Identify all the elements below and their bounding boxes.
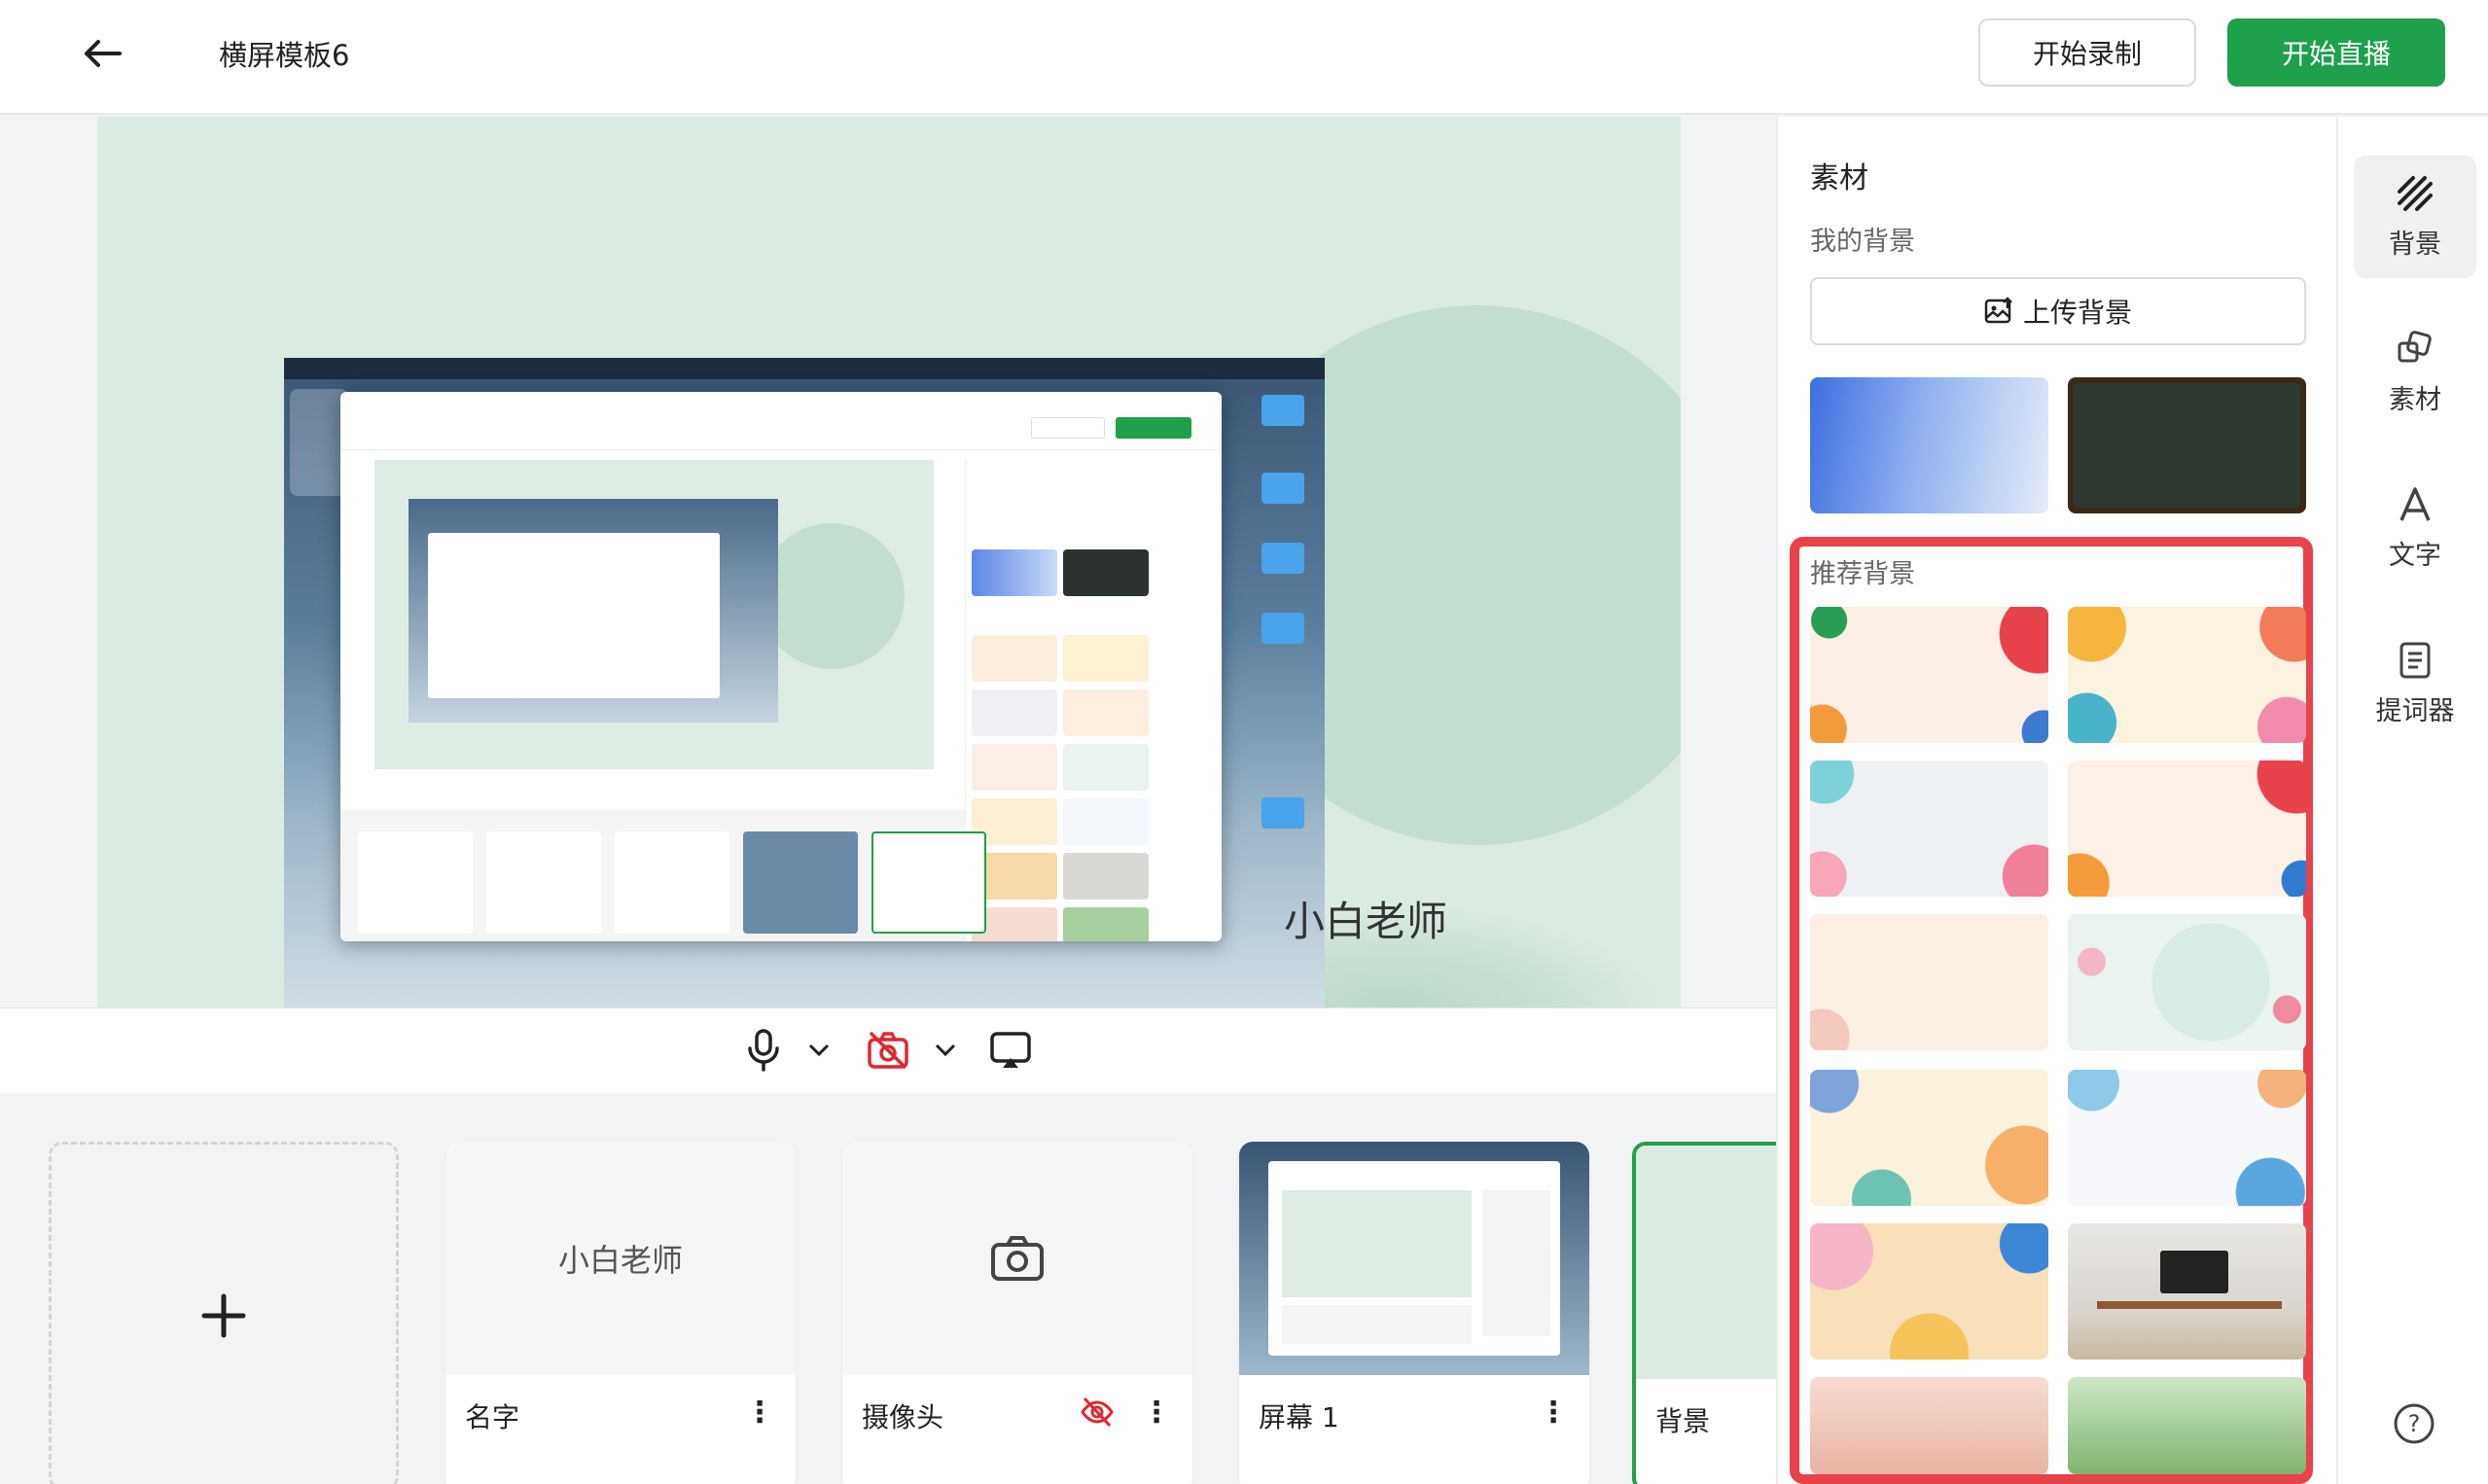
name-preview-text: 小白老师	[557, 1242, 683, 1279]
upload-image-icon	[1984, 297, 2012, 324]
rec-bg-office-thumb[interactable]	[2068, 1223, 2306, 1360]
stage-area: 小白老师	[0, 117, 1776, 1093]
more-options-icon[interactable]: ⋮	[745, 1393, 774, 1431]
shared-menubar	[284, 358, 1325, 379]
source-card-label: 名字	[465, 1401, 520, 1433]
start-recording-button[interactable]: 开始录制	[1978, 18, 2196, 87]
rec-bg-forest-thumb[interactable]	[2068, 1377, 2306, 1474]
my-bg-blue-thumb[interactable]	[1810, 377, 2048, 513]
media-controls	[0, 1007, 1776, 1093]
microphone-icon[interactable]	[739, 1026, 788, 1075]
shapes-icon	[2398, 330, 2432, 362]
shared-folder-icon	[1262, 797, 1304, 829]
text-a-icon	[2399, 486, 2431, 521]
shared-folder-icon	[1262, 543, 1304, 574]
source-card-camera[interactable]: 摄像头 ⋮	[842, 1142, 1192, 1484]
camera-icon	[991, 1236, 1044, 1281]
shared-bottom-cards	[340, 810, 986, 941]
back-arrow-icon[interactable]	[78, 29, 126, 78]
camera-options-chevron-down-icon[interactable]	[926, 1026, 965, 1075]
upload-background-button[interactable]: 上传背景	[1810, 277, 2306, 345]
tab-label: 文字	[2389, 540, 2441, 571]
rec-bg-thumb[interactable]	[2068, 914, 2306, 1050]
page-title: 横屏模板6	[219, 39, 350, 72]
screen-share-layer[interactable]	[284, 358, 1325, 1007]
rec-bg-thumb[interactable]	[1810, 1070, 2048, 1206]
upload-background-label: 上传背景	[2022, 298, 2132, 328]
rec-bg-thumb[interactable]	[1810, 760, 2048, 897]
shared-side-panel	[965, 460, 1149, 941]
rec-bg-thumb[interactable]	[2068, 1070, 2306, 1206]
source-cards-strip: 小白老师 名字 ⋮ 摄像头 ⋮ 屏幕 1 ⋮ 背景	[0, 1095, 1776, 1484]
more-options-icon[interactable]: ⋮	[1539, 1393, 1568, 1431]
svg-text:?: ?	[2408, 1410, 2421, 1437]
recommended-backgrounds-label: 推荐背景	[1810, 559, 1915, 589]
rec-bg-thumb[interactable]	[1810, 607, 2048, 743]
tab-label: 素材	[2389, 384, 2441, 415]
name-preview: 小白老师	[445, 1142, 796, 1375]
right-tab-bar: 背景 素材 文字 提词器 ?	[2336, 117, 2488, 1484]
shared-folder-icon	[1262, 613, 1304, 644]
source-card-label: 背景	[1655, 1405, 1711, 1437]
tab-label: 提词器	[2375, 695, 2455, 726]
rec-bg-thumb[interactable]	[2068, 607, 2306, 743]
my-bg-blackboard-thumb[interactable]	[2068, 377, 2306, 513]
tab-text[interactable]: 文字	[2354, 467, 2476, 589]
source-card-label: 摄像头	[862, 1401, 944, 1433]
tab-material[interactable]: 素材	[2354, 311, 2476, 434]
start-live-button[interactable]: 开始直播	[2227, 18, 2445, 87]
rec-bg-thumb[interactable]	[1810, 1223, 2048, 1360]
shared-desktop-widget	[290, 389, 348, 496]
shared-folder-icon	[1262, 473, 1304, 504]
background-preview	[1636, 1146, 1776, 1379]
shared-inner-stage	[374, 460, 934, 769]
rec-bg-thumb[interactable]	[2068, 760, 2306, 897]
source-card-name[interactable]: 小白老师 名字 ⋮	[445, 1142, 796, 1484]
presenter-name[interactable]: 小白老师	[1284, 889, 1447, 948]
mic-options-chevron-down-icon[interactable]	[800, 1026, 838, 1075]
tab-background[interactable]: 背景	[2354, 156, 2476, 278]
more-options-icon[interactable]: ⋮	[1142, 1393, 1171, 1431]
shared-folder-icon	[1262, 395, 1304, 426]
source-card-label: 屏幕 1	[1259, 1401, 1339, 1433]
rec-bg-thumb[interactable]	[1810, 1377, 2048, 1474]
top-bar: 横屏模板6 开始录制 开始直播	[0, 0, 2488, 115]
my-backgrounds-label: 我的背景	[1810, 227, 1915, 257]
stripes-icon	[2398, 175, 2433, 211]
plus-icon	[201, 1293, 246, 1338]
help-icon[interactable]: ?	[2393, 1402, 2435, 1445]
screen-preview	[1239, 1142, 1589, 1375]
screen-share-icon[interactable]	[986, 1026, 1035, 1075]
camera-preview	[842, 1142, 1192, 1375]
add-source-button[interactable]	[49, 1142, 399, 1484]
camera-off-icon[interactable]	[864, 1026, 912, 1075]
hidden-eye-icon[interactable]	[1080, 1395, 1115, 1430]
panel-title: 素材	[1810, 161, 1868, 195]
source-card-background[interactable]: 背景	[1632, 1142, 1776, 1484]
source-card-screen[interactable]: 屏幕 1 ⋮	[1239, 1142, 1589, 1484]
stage-preview[interactable]: 小白老师	[97, 117, 1681, 1007]
rec-bg-thumb[interactable]	[1810, 914, 2048, 1050]
tab-teleprompter[interactable]: 提词器	[2354, 622, 2476, 745]
document-icon	[2399, 642, 2431, 678]
material-panel: 素材 我的背景 上传背景 推荐背景	[1776, 117, 2336, 1484]
tab-label: 背景	[2389, 229, 2441, 260]
shared-app-window	[340, 392, 1222, 941]
